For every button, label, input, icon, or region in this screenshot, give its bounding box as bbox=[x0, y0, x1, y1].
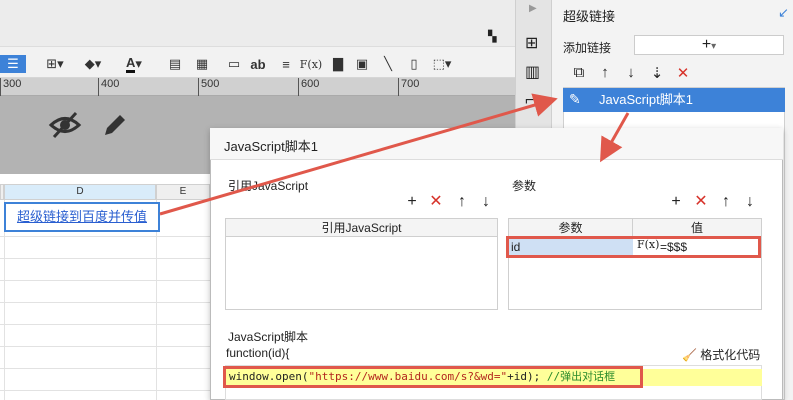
annotation-arrows bbox=[159, 93, 630, 216]
arrow-list-to-dialog bbox=[600, 112, 630, 163]
arrow-cell-to-list bbox=[159, 93, 558, 216]
